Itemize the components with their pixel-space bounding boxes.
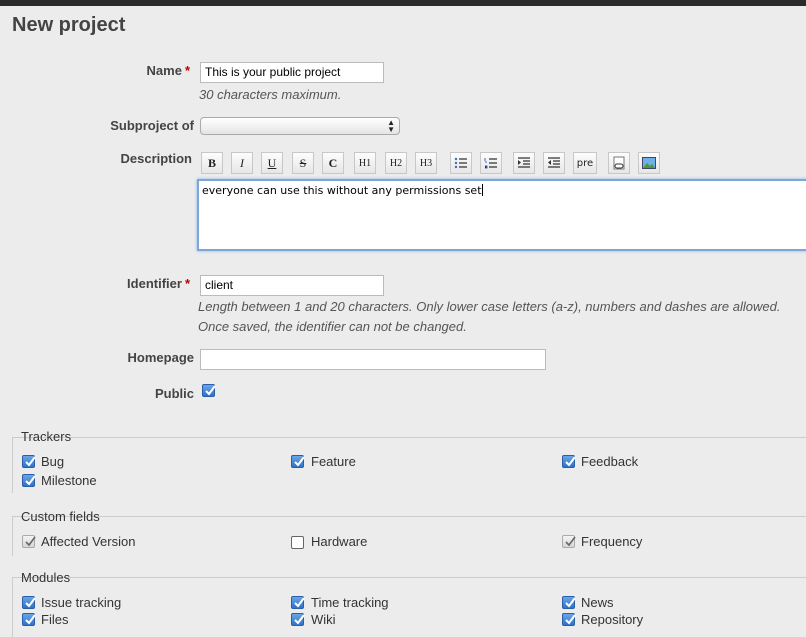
checkmark-icon (294, 597, 305, 608)
module-wiki-label: Wiki (311, 612, 336, 627)
description-textarea[interactable]: everyone can use this without any permis… (197, 179, 806, 251)
checkmark-icon (25, 475, 36, 486)
checkmark-icon (565, 597, 576, 608)
tracker-feedback-checkbox[interactable] (562, 455, 576, 468)
name-input[interactable]: This is your public project (200, 62, 384, 83)
checkmark-icon (25, 614, 36, 625)
bold-button[interactable]: B (201, 152, 223, 174)
module-repository-label: Repository (581, 612, 644, 627)
h1-button[interactable]: H1 (354, 152, 376, 174)
identifier-note: Once saved, the identifier can not be ch… (198, 319, 467, 334)
module-time-tracking-checkbox[interactable] (291, 596, 305, 609)
outdent-icon[interactable] (543, 152, 565, 174)
description-text: everyone can use this without any permis… (202, 184, 482, 197)
custom-field-affected-version-checkbox (22, 535, 36, 548)
identifier-label: Identifier * (127, 276, 190, 291)
trackers-legend: Trackers (21, 429, 72, 444)
custom-field-frequency-label: Frequency (581, 534, 643, 549)
strike-button[interactable]: S (292, 152, 314, 174)
name-hint: 30 characters maximum. (199, 87, 342, 102)
module-files-checkbox[interactable] (22, 613, 36, 626)
tracker-feature-checkbox[interactable] (291, 455, 305, 468)
subproject-label: Subproject of (110, 118, 194, 133)
description-label: Description (120, 151, 192, 166)
homepage-label: Homepage (127, 350, 194, 365)
page-title: New project (12, 14, 126, 36)
underline-button[interactable]: U (261, 152, 283, 174)
module-repository-checkbox[interactable] (562, 613, 576, 626)
checkmark-icon (294, 614, 305, 625)
module-issue-tracking-checkbox[interactable] (22, 596, 36, 609)
required-mark: * (184, 63, 190, 78)
required-mark: * (184, 276, 190, 291)
top-bar (0, 0, 806, 6)
modules-fieldset (12, 577, 806, 637)
tracker-bug-label: Bug (41, 454, 65, 469)
tracker-feature-label: Feature (311, 454, 356, 469)
tracker-milestone-checkbox[interactable] (22, 474, 36, 487)
module-news-label: News (581, 595, 614, 610)
public-label: Public (154, 386, 194, 401)
checkmark-icon (565, 614, 576, 625)
tracker-milestone-label: Milestone (41, 473, 97, 488)
checkmark-icon (25, 597, 36, 608)
module-issue-tracking-label: Issue tracking (41, 595, 122, 610)
unordered-list-icon[interactable] (450, 152, 472, 174)
module-time-tracking-label: Time tracking (311, 595, 389, 610)
link-icon[interactable] (608, 152, 630, 174)
ordered-list-icon[interactable] (480, 152, 502, 174)
module-wiki-checkbox[interactable] (291, 613, 305, 626)
code-button[interactable]: C (322, 152, 344, 174)
custom-fields-legend: Custom fields (21, 509, 100, 524)
image-icon[interactable] (638, 152, 660, 174)
subproject-select[interactable]: ▲ ▼ (200, 117, 400, 135)
checkmark-icon (565, 456, 576, 467)
checkmark-icon (565, 536, 576, 547)
h2-button[interactable]: H2 (385, 152, 407, 174)
select-arrows-icon: ▲ ▼ (387, 118, 395, 134)
module-files-label: Files (41, 612, 69, 627)
checkmark-icon (25, 536, 36, 547)
custom-field-hardware-checkbox[interactable] (291, 536, 304, 549)
h3-button[interactable]: H3 (415, 152, 437, 174)
trackers-fieldset (12, 437, 806, 493)
modules-legend: Modules (21, 570, 71, 585)
name-label: Name * (146, 63, 190, 78)
pre-button[interactable]: pre (573, 152, 597, 174)
public-checkbox[interactable] (202, 384, 216, 397)
indent-icon[interactable] (513, 152, 535, 174)
text-caret (481, 184, 483, 196)
tracker-bug-checkbox[interactable] (22, 455, 36, 468)
identifier-input[interactable]: client (200, 275, 384, 296)
custom-field-hardware-label: Hardware (311, 534, 368, 549)
checkmark-icon (25, 456, 36, 467)
custom-field-frequency-checkbox (562, 535, 576, 548)
checkmark-icon (205, 385, 216, 396)
italic-button[interactable]: I (231, 152, 253, 174)
tracker-feedback-label: Feedback (581, 454, 639, 469)
checkmark-icon (294, 456, 305, 467)
module-news-checkbox[interactable] (562, 596, 576, 609)
homepage-input[interactable] (200, 349, 546, 370)
identifier-hint: Length between 1 and 20 characters. Only… (198, 299, 781, 314)
custom-field-affected-version-label: Affected Version (41, 534, 136, 549)
